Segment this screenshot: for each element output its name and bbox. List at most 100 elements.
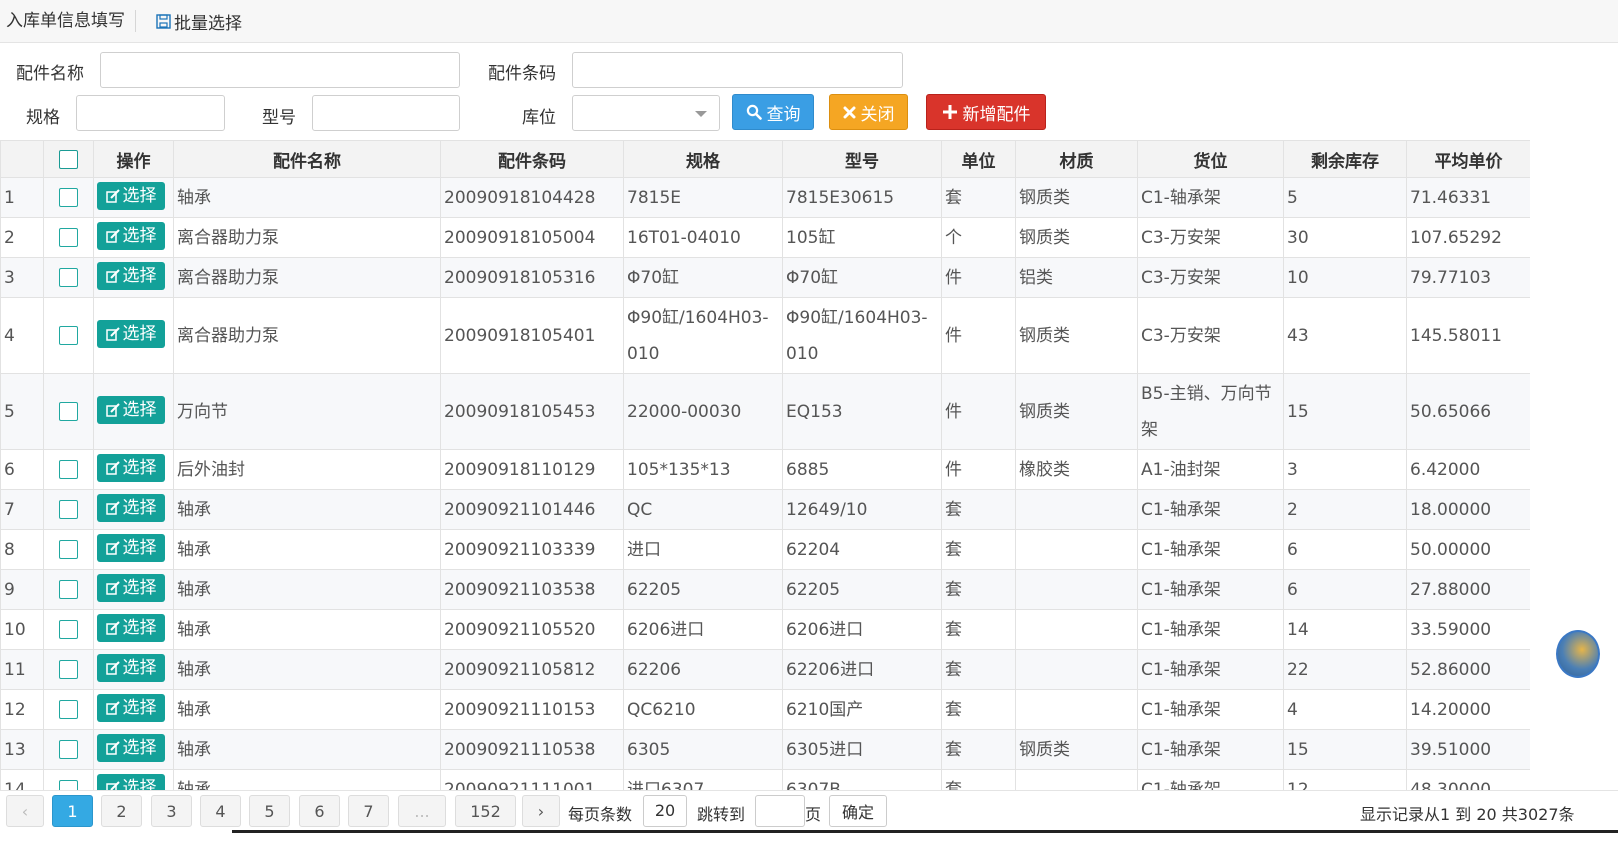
row-checkbox-cell[interactable] — [43, 689, 94, 730]
row-checkbox[interactable] — [59, 500, 78, 519]
page-button-1[interactable]: 1 — [52, 795, 93, 827]
select-row-button[interactable]: 选择 — [97, 533, 165, 562]
table-row[interactable]: 13 选择 轴承 20090921110538 6305 6305进口套钢质类 C1-轴承架… — [0, 729, 1530, 770]
row-checkbox[interactable] — [59, 228, 78, 247]
row-checkbox-cell[interactable] — [43, 449, 94, 490]
row-checkbox[interactable] — [59, 268, 78, 287]
location-select[interactable] — [572, 95, 720, 131]
header-spec[interactable]: 规格 — [623, 140, 783, 178]
select-row-button[interactable]: 选择 — [97, 221, 165, 250]
table-row[interactable]: 5 选择 万向节 20090918105453 22000-00030 EQ153 件钢质类… — [0, 373, 1530, 450]
header-select-all[interactable] — [43, 140, 94, 178]
select-row-button[interactable]: 选择 — [97, 573, 165, 602]
jump-page-input[interactable] — [755, 795, 805, 827]
row-checkbox-cell[interactable] — [43, 769, 94, 790]
add-part-button[interactable]: 新增配件 — [926, 94, 1046, 130]
page-button-2[interactable]: 2 — [101, 795, 142, 827]
header-unit[interactable]: 单位 — [941, 140, 1016, 178]
row-checkbox[interactable] — [59, 326, 78, 345]
table-row[interactable]: 4 选择 离合器助力泵 20090918105401 Φ90缸/1604H03-010 Φ… — [0, 297, 1530, 374]
table-row[interactable]: 7 选择 轴承 20090921101446 QC 12649/10 套 C1-轴承架 2 18.… — [0, 489, 1530, 530]
row-checkbox[interactable] — [59, 700, 78, 719]
select-row-button[interactable]: 选择 — [97, 261, 165, 290]
select-row-button[interactable]: 选择 — [97, 653, 165, 682]
table-row[interactable]: 11 选择 轴承 20090921105812 62206 62206进口套 C1-轴承架 2… — [0, 649, 1530, 690]
page-button-7[interactable]: 7 — [348, 795, 389, 827]
header-avg-price[interactable]: 平均单价 — [1406, 140, 1530, 178]
table-row[interactable]: 12 选择 轴承 20090921110153 QC6210 6210国产套 C1-轴承架 4… — [0, 689, 1530, 730]
page-button-6[interactable]: 6 — [299, 795, 340, 827]
page-button-3[interactable]: 3 — [151, 795, 192, 827]
table-row[interactable]: 6 选择 后外油封 20090918110129 105*135*13 6885 件橡胶类 A… — [0, 449, 1530, 490]
query-button[interactable]: 查询 — [732, 94, 814, 130]
row-checkbox[interactable] — [59, 740, 78, 759]
select-row-button[interactable]: 选择 — [97, 493, 165, 522]
table-row[interactable]: 14 选择 轴承 20090921111001 进口6307 6307B 套 C1-轴承架 12… — [0, 769, 1530, 790]
select-row-label: 选择 — [122, 185, 157, 206]
row-checkbox[interactable] — [59, 402, 78, 421]
table-row[interactable]: 10 选择 轴承 20090921105520 6206进口 6206进口套 C1-轴承架 1… — [0, 609, 1530, 650]
row-checkbox-cell[interactable] — [43, 489, 94, 530]
table-row[interactable]: 8 选择 轴承 20090921103339 进口 62204 套 C1-轴承架 6 50.000… — [0, 529, 1530, 570]
row-checkbox-cell[interactable] — [43, 217, 94, 258]
row-checkbox-cell[interactable] — [43, 529, 94, 570]
row-checkbox-cell[interactable] — [43, 649, 94, 690]
table-row[interactable]: 1 选择 轴承 20090918104428 7815E 7815E30615 套钢质类 C1… — [0, 177, 1530, 218]
jump-confirm-button[interactable]: 确定 — [829, 795, 887, 827]
prev-page-button[interactable]: ‹ — [6, 795, 44, 827]
material-cell — [1015, 609, 1138, 650]
table-row[interactable]: 3 选择 离合器助力泵 20090918105316 Φ70缸 Φ70缸件铝类 C3-万安架… — [0, 257, 1530, 298]
select-row-button[interactable]: 选择 — [97, 613, 165, 642]
location-cell: C1-轴承架 — [1137, 649, 1284, 690]
header-material[interactable]: 材质 — [1015, 140, 1138, 178]
edit-icon — [105, 326, 120, 341]
select-row-button[interactable]: 选择 — [97, 693, 165, 722]
header-location[interactable]: 货位 — [1137, 140, 1284, 178]
row-checkbox-cell[interactable] — [43, 297, 94, 374]
row-checkbox[interactable] — [59, 460, 78, 479]
row-checkbox[interactable] — [59, 620, 78, 639]
row-checkbox[interactable] — [59, 188, 78, 207]
row-checkbox[interactable] — [59, 780, 78, 790]
per-page-input[interactable]: 20 — [643, 795, 687, 827]
avg-price-cell: 50.00000 — [1406, 529, 1530, 570]
table-row[interactable]: 2 选择 离合器助力泵 20090918105004 16T01-04010 105缸个钢… — [0, 217, 1530, 258]
bottom-divider — [232, 830, 1618, 833]
stock-cell: 5 — [1283, 177, 1407, 218]
part-barcode-input[interactable] — [572, 52, 903, 88]
header-model[interactable]: 型号 — [782, 140, 942, 178]
select-row-button[interactable]: 选择 — [97, 733, 165, 762]
select-all-checkbox[interactable] — [59, 149, 78, 169]
spec-input[interactable] — [76, 95, 225, 131]
edit-icon — [105, 780, 120, 790]
select-row-button[interactable]: 选择 — [97, 319, 165, 348]
header-barcode[interactable]: 配件条码 — [440, 140, 624, 178]
row-checkbox[interactable] — [59, 540, 78, 559]
row-checkbox-cell[interactable] — [43, 373, 94, 450]
batch-select-button[interactable]: 批量选择 — [156, 9, 242, 34]
header-stock[interactable]: 剩余库存 — [1283, 140, 1407, 178]
next-page-button[interactable]: › — [522, 795, 560, 827]
close-button[interactable]: 关闭 — [829, 94, 908, 130]
select-row-button[interactable]: 选择 — [97, 395, 165, 424]
page-button-last[interactable]: 152 — [455, 795, 516, 827]
page-button-5[interactable]: 5 — [249, 795, 290, 827]
row-checkbox[interactable] — [59, 580, 78, 599]
page-button-4[interactable]: 4 — [200, 795, 241, 827]
select-row-button[interactable]: 选择 — [97, 453, 165, 482]
header-part-name[interactable]: 配件名称 — [173, 140, 441, 178]
row-checkbox-cell[interactable] — [43, 609, 94, 650]
row-checkbox-cell[interactable] — [43, 177, 94, 218]
row-checkbox[interactable] — [59, 660, 78, 679]
part-name-input[interactable] — [100, 52, 460, 88]
table-row[interactable]: 9 选择 轴承 20090921103538 62205 62205 套 C1-轴承架 6 27.… — [0, 569, 1530, 610]
material-cell: 钢质类 — [1015, 729, 1138, 770]
select-row-button[interactable]: 选择 — [97, 181, 165, 210]
model-input[interactable] — [312, 95, 460, 131]
row-checkbox-cell[interactable] — [43, 729, 94, 770]
select-row-button[interactable]: 选择 — [97, 773, 165, 790]
row-checkbox-cell[interactable] — [43, 569, 94, 610]
row-checkbox-cell[interactable] — [43, 257, 94, 298]
pagination-bar: ‹ 1 2 3 4 5 6 7 ... 152 › 每页条数 20 跳转到 页 … — [0, 790, 1618, 830]
floating-assistant-icon[interactable] — [1556, 630, 1600, 678]
